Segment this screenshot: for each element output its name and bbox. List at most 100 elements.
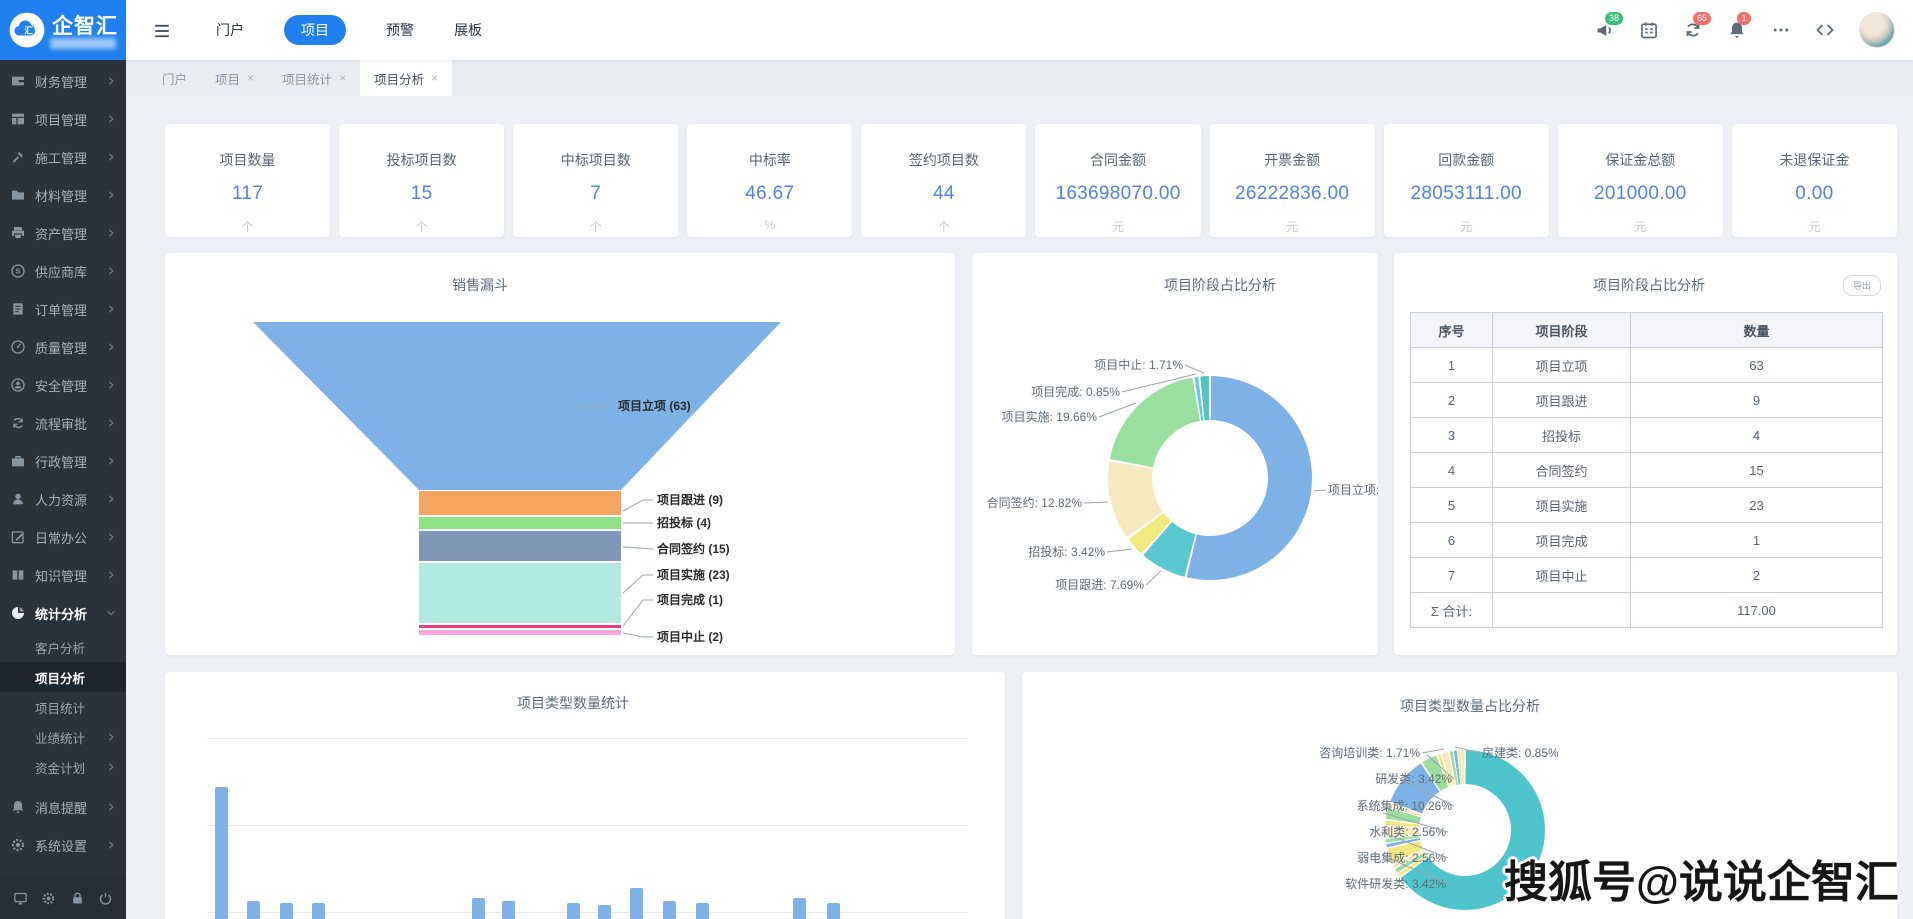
sidebar-item-项目分析[interactable]: 项目分析: [0, 662, 126, 692]
chevron-right-icon: [106, 228, 116, 238]
nav-item-门户[interactable]: 门户: [216, 15, 244, 45]
cloud-logo-icon: 汇: [8, 11, 46, 49]
table-cell: 项目跟进: [1493, 383, 1631, 418]
stat-label: 项目数量: [220, 150, 276, 170]
table-cell: 2: [1631, 558, 1883, 593]
chevron-right-icon: [106, 114, 116, 124]
lock-icon[interactable]: [70, 891, 85, 906]
sidebar-item-label: 客户分析: [35, 638, 116, 657]
type-bar-card: 项目类型数量统计: [165, 672, 1005, 919]
nav-item-项目[interactable]: 项目: [284, 15, 346, 45]
code-icon[interactable]: [1815, 20, 1835, 40]
tab-项目[interactable]: 项目×: [201, 60, 268, 96]
tab-bar: 门户项目×项目统计× 项目分析 ×: [126, 60, 1913, 96]
quality-icon: [10, 339, 26, 355]
watermark: 搜狐号@说说企智汇: [1504, 846, 1899, 910]
tab-close-icon[interactable]: ×: [339, 71, 346, 85]
sidebar-item-label: 人力资源: [35, 490, 106, 509]
stat-label: 开票金额: [1264, 150, 1320, 170]
sidebar-item-质量管理[interactable]: 质量管理: [0, 328, 126, 366]
gear-icon[interactable]: [41, 891, 56, 906]
sidebar-item-label: 材料管理: [35, 186, 106, 205]
tab-项目统计[interactable]: 项目统计×: [268, 60, 360, 96]
sidebar-item-财务管理[interactable]: 财务管理: [0, 62, 126, 100]
sidebar-item-知识管理[interactable]: 知识管理: [0, 556, 126, 594]
stat-unit: 元: [1460, 218, 1472, 235]
sidebar-item-消息提醒[interactable]: 消息提醒: [0, 788, 126, 826]
chevron-right-icon: [106, 840, 116, 850]
sidebar-item-日常办公[interactable]: 日常办公: [0, 518, 126, 556]
ellipsis-icon[interactable]: [1771, 20, 1791, 40]
sidebar-item-人力资源[interactable]: 人力资源: [0, 480, 126, 518]
sidebar-item-label: 施工管理: [35, 148, 106, 167]
sidebar-item-资产管理[interactable]: 资产管理: [0, 214, 126, 252]
power-icon[interactable]: [98, 891, 113, 906]
stat-unit: 个: [938, 218, 950, 235]
stat-card-投标项目数: 投标项目数 15 个: [339, 124, 504, 237]
app-logo[interactable]: 汇 企智汇: [0, 0, 126, 60]
sidebar-item-项目统计[interactable]: 项目统计: [0, 692, 126, 722]
tab-label: 项目分析: [374, 69, 424, 88]
monitor-icon[interactable]: [13, 891, 28, 906]
sidebar-item-系统设置[interactable]: 系统设置: [0, 826, 126, 864]
dashboard-page: 汇 企智汇 财务管理项目管理施工管理材料管理资产管理 S供应商库订单管理质量管理安…: [0, 0, 1913, 919]
sidebar-item-客户分析[interactable]: 客户分析: [0, 632, 126, 662]
hr-icon: [10, 491, 26, 507]
sidebar-item-材料管理[interactable]: 材料管理: [0, 176, 126, 214]
top-navbar: 门户 项目 预警 展板 38 65 1: [126, 0, 1913, 60]
code-icon: [1815, 20, 1835, 40]
office-icon: [10, 529, 26, 545]
badge: 38: [1605, 12, 1623, 25]
nav-menu: 门户 项目 预警 展板: [216, 15, 482, 45]
sidebar-item-label: 资产管理: [35, 224, 106, 243]
chevron-right-icon: [106, 152, 116, 162]
sidebar-item-资金计划[interactable]: 资金计划: [0, 752, 126, 782]
sidebar-item-统计分析[interactable]: 统计分析: [0, 594, 126, 632]
sidebar-item-label: 安全管理: [35, 376, 106, 395]
tab-close-icon[interactable]: ×: [247, 71, 254, 85]
nav-item-展板[interactable]: 展板: [454, 15, 482, 45]
calendar-icon[interactable]: [1639, 20, 1659, 40]
donut-hole: [1152, 420, 1268, 536]
chevron-right-icon: [106, 802, 116, 812]
avatar[interactable]: [1859, 12, 1895, 48]
sidebar-item-label: 系统设置: [35, 836, 106, 855]
chevron-right-icon: [106, 456, 116, 466]
sidebar-item-供应商库[interactable]: S供应商库: [0, 252, 126, 290]
stat-card-回款金额: 回款金额 28053111.00 元: [1384, 124, 1549, 237]
tab-项目分析[interactable]: 项目分析 ×: [360, 60, 452, 96]
stat-unit: 元: [1634, 218, 1646, 235]
sidebar-item-label: 财务管理: [35, 72, 106, 91]
stat-label: 未退保证金: [1779, 150, 1849, 170]
sidebar-item-订单管理[interactable]: 订单管理: [0, 290, 126, 328]
export-button[interactable]: 导出: [1843, 275, 1881, 296]
supplier-icon: S: [10, 263, 26, 279]
sidebar-item-业绩统计[interactable]: 业绩统计: [0, 722, 126, 752]
table-cell: Σ 合计:: [1411, 593, 1493, 628]
stat-card-中标率: 中标率 46.67 %: [687, 124, 852, 237]
sidebar-item-行政管理[interactable]: 行政管理: [0, 442, 126, 480]
brand-name: 企智汇: [52, 16, 118, 37]
sidebar-item-流程审批[interactable]: 流程审批: [0, 404, 126, 442]
stat-label: 中标率: [749, 150, 791, 170]
funnel-label: 招投标 (4): [657, 515, 711, 530]
sidebar-item-安全管理[interactable]: 安全管理: [0, 366, 126, 404]
sidebar-item-项目管理[interactable]: 项目管理: [0, 100, 126, 138]
hamburger-icon[interactable]: [152, 22, 172, 38]
table-row: 6项目完成1: [1411, 523, 1883, 558]
tab-close-icon[interactable]: ×: [431, 71, 438, 85]
sync-icon[interactable]: 65: [1683, 20, 1703, 40]
sidebar-item-施工管理[interactable]: 施工管理: [0, 138, 126, 176]
stat-unit: 个: [590, 218, 602, 235]
bell-icon[interactable]: 1: [1727, 20, 1747, 40]
stat-value: 44: [933, 183, 955, 205]
tab-门户[interactable]: 门户: [148, 60, 201, 96]
nav-item-预警[interactable]: 预警: [386, 15, 414, 45]
chevron-right-icon: [106, 570, 116, 580]
bar: [793, 898, 806, 919]
construction-icon: [10, 149, 26, 165]
donut-label: 咨询培训类: 1.71%: [1319, 745, 1420, 760]
megaphone-icon[interactable]: 38: [1595, 20, 1615, 40]
sidebar: 汇 企智汇 财务管理项目管理施工管理材料管理资产管理 S供应商库订单管理质量管理安…: [0, 0, 126, 919]
table-cell: 1: [1411, 348, 1493, 383]
